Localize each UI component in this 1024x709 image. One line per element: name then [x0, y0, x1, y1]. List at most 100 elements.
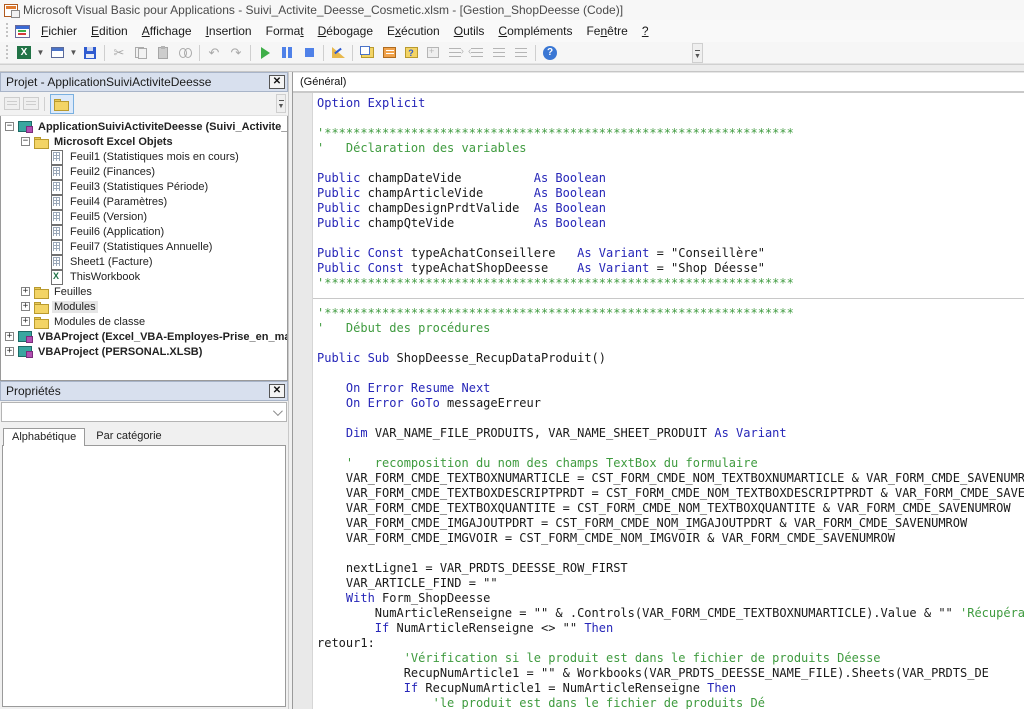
tree-item[interactable]: Feuil3 (Statistiques Période): [1, 179, 287, 194]
menu-item-ex-cution[interactable]: Exécution: [380, 21, 447, 41]
code-line[interactable]: Option Explicit: [317, 96, 1024, 111]
menubar-grip[interactable]: [5, 23, 10, 39]
paste-icon[interactable]: [152, 43, 174, 63]
code-line[interactable]: '***************************************…: [317, 276, 1024, 291]
properties-object-dropdown[interactable]: [1, 402, 287, 422]
code-line[interactable]: If RecupNumArticle1 = NumArticleRenseign…: [317, 681, 1024, 696]
view-object-icon[interactable]: [23, 97, 39, 110]
properties-window-icon[interactable]: [378, 43, 400, 63]
view-microsoft-excel-icon[interactable]: X: [13, 43, 35, 63]
outdent-icon[interactable]: [466, 43, 488, 63]
menu-item-edition[interactable]: Edition: [84, 21, 135, 41]
run-icon[interactable]: [254, 43, 276, 63]
expand-icon[interactable]: +: [21, 287, 30, 296]
project-toolbar-options-button[interactable]: ▼: [276, 94, 286, 113]
find-icon[interactable]: [174, 43, 196, 63]
toggle-folders-button[interactable]: [50, 94, 74, 114]
menu-item-format[interactable]: Format: [259, 21, 311, 41]
break-icon[interactable]: [276, 43, 298, 63]
code-line[interactable]: [317, 291, 1024, 306]
code-line[interactable]: Dim VAR_NAME_FILE_PRODUITS, VAR_NAME_SHE…: [317, 426, 1024, 441]
code-line[interactable]: VAR_FORM_CMDE_TEXTBOXDESCRIPTPRDT = CST_…: [317, 486, 1024, 501]
collapse-icon[interactable]: −: [5, 122, 14, 131]
code-line[interactable]: ' Déclaration des variables: [317, 141, 1024, 156]
code-line[interactable]: 'Vérification si le produit est dans le …: [317, 651, 1024, 666]
design-mode-icon[interactable]: [327, 43, 349, 63]
project-explorer-icon[interactable]: [356, 43, 378, 63]
code-line[interactable]: Public champArticleVide As Boolean: [317, 186, 1024, 201]
expand-icon[interactable]: +: [5, 347, 14, 356]
code-line[interactable]: retour1:: [317, 636, 1024, 651]
tree-item[interactable]: ThisWorkbook: [1, 269, 287, 284]
code-window-system-icon[interactable]: [15, 25, 30, 38]
code-line[interactable]: [317, 411, 1024, 426]
menu-item-fen-tre[interactable]: Fenêtre: [579, 21, 634, 41]
code-line[interactable]: NumArticleRenseigne = "" & .Controls(VAR…: [317, 606, 1024, 621]
code-line[interactable]: VAR_FORM_CMDE_TEXTBOXNUMARTICLE = CST_FO…: [317, 471, 1024, 486]
code-line[interactable]: [317, 111, 1024, 126]
toolbox-icon[interactable]: [422, 43, 444, 63]
tree-item[interactable]: Feuil1 (Statistiques mois en cours): [1, 149, 287, 164]
code-line[interactable]: Public champDesignPrdtValide As Boolean: [317, 201, 1024, 216]
menu-item-fichier[interactable]: Fichier: [34, 21, 84, 41]
tree-item[interactable]: +Feuilles: [1, 284, 287, 299]
tree-item[interactable]: −Microsoft Excel Objets: [1, 134, 287, 149]
code-line[interactable]: RecupNumArticle1 = "" & Workbooks(VAR_PR…: [317, 666, 1024, 681]
properties-panel-close-icon[interactable]: ✕: [269, 384, 285, 398]
code-editor[interactable]: Option Explicit '***********************…: [313, 93, 1024, 709]
code-line[interactable]: VAR_FORM_CMDE_TEXTBOXQUANTITE = CST_FORM…: [317, 501, 1024, 516]
code-line[interactable]: [317, 336, 1024, 351]
menu-item-?[interactable]: ?: [635, 21, 656, 41]
margin-indicator-bar[interactable]: [293, 93, 313, 709]
code-line[interactable]: VAR_ARTICLE_FIND = "": [317, 576, 1024, 591]
cut-icon[interactable]: ✂: [108, 43, 130, 63]
view-microsoft-excel-dropdown-caret[interactable]: ▼: [35, 43, 46, 63]
tree-item[interactable]: +Modules: [1, 299, 287, 314]
code-line[interactable]: [317, 156, 1024, 171]
tree-item[interactable]: +VBAProject (Excel_VBA-Employes-Prise_en…: [1, 329, 287, 344]
code-line[interactable]: VAR_FORM_CMDE_IMGVOIR = CST_FORM_CMDE_NO…: [317, 531, 1024, 546]
undo-icon[interactable]: ↶: [203, 43, 225, 63]
object-browser-icon[interactable]: ?: [400, 43, 422, 63]
collapse-icon[interactable]: −: [21, 137, 30, 146]
tab-alphabétique[interactable]: Alphabétique: [3, 428, 85, 446]
redo-icon[interactable]: ↷: [225, 43, 247, 63]
copy-icon[interactable]: [130, 43, 152, 63]
code-line[interactable]: [317, 231, 1024, 246]
code-line[interactable]: VAR_FORM_CMDE_IMGAJOUTPDRT = CST_FORM_CM…: [317, 516, 1024, 531]
menu-item-d-bogage[interactable]: Débogage: [311, 21, 380, 41]
code-line[interactable]: On Error Resume Next: [317, 381, 1024, 396]
tree-item[interactable]: Sheet1 (Facture): [1, 254, 287, 269]
menu-item-compl-ments[interactable]: Compléments: [491, 21, 579, 41]
code-line[interactable]: [317, 441, 1024, 456]
tree-item[interactable]: +VBAProject (PERSONAL.XLSB): [1, 344, 287, 359]
tree-item[interactable]: −ApplicationSuiviActiviteDeesse (Suivi_A…: [1, 119, 287, 134]
expand-icon[interactable]: +: [5, 332, 14, 341]
code-line[interactable]: ' recomposition du nom des champs TextBo…: [317, 456, 1024, 471]
tree-item[interactable]: Feuil7 (Statistiques Annuelle): [1, 239, 287, 254]
project-panel-close-icon[interactable]: ✕: [269, 75, 285, 89]
code-line[interactable]: nextLigne1 = VAR_PRDTS_DEESSE_ROW_FIRST: [317, 561, 1024, 576]
tree-item[interactable]: +Modules de classe: [1, 314, 287, 329]
code-line[interactable]: If NumArticleRenseigne <> "" Then: [317, 621, 1024, 636]
code-line[interactable]: Public champQteVide As Boolean: [317, 216, 1024, 231]
menu-item-outils[interactable]: Outils: [447, 21, 492, 41]
reset-icon[interactable]: [298, 43, 320, 63]
tab-par-catégorie[interactable]: Par catégorie: [87, 427, 170, 445]
code-line[interactable]: Public Sub ShopDeesse_RecupDataProduit(): [317, 351, 1024, 366]
expand-icon[interactable]: +: [21, 317, 30, 326]
tree-item[interactable]: Feuil2 (Finances): [1, 164, 287, 179]
menu-item-affichage[interactable]: Affichage: [135, 21, 199, 41]
toolbar-options-button[interactable]: ▼: [692, 43, 703, 63]
code-line[interactable]: [317, 546, 1024, 561]
tree-item[interactable]: Feuil5 (Version): [1, 209, 287, 224]
expand-icon[interactable]: +: [21, 302, 30, 311]
save-icon[interactable]: [79, 43, 101, 63]
view-code-icon[interactable]: [4, 97, 20, 110]
code-line[interactable]: With Form_ShopDeesse: [317, 591, 1024, 606]
code-line[interactable]: '***************************************…: [317, 306, 1024, 321]
code-line[interactable]: '***************************************…: [317, 126, 1024, 141]
menu-item-insertion[interactable]: Insertion: [199, 21, 259, 41]
code-line[interactable]: ' Début des procédures: [317, 321, 1024, 336]
insert-userform-dropdown-caret[interactable]: ▼: [68, 43, 79, 63]
